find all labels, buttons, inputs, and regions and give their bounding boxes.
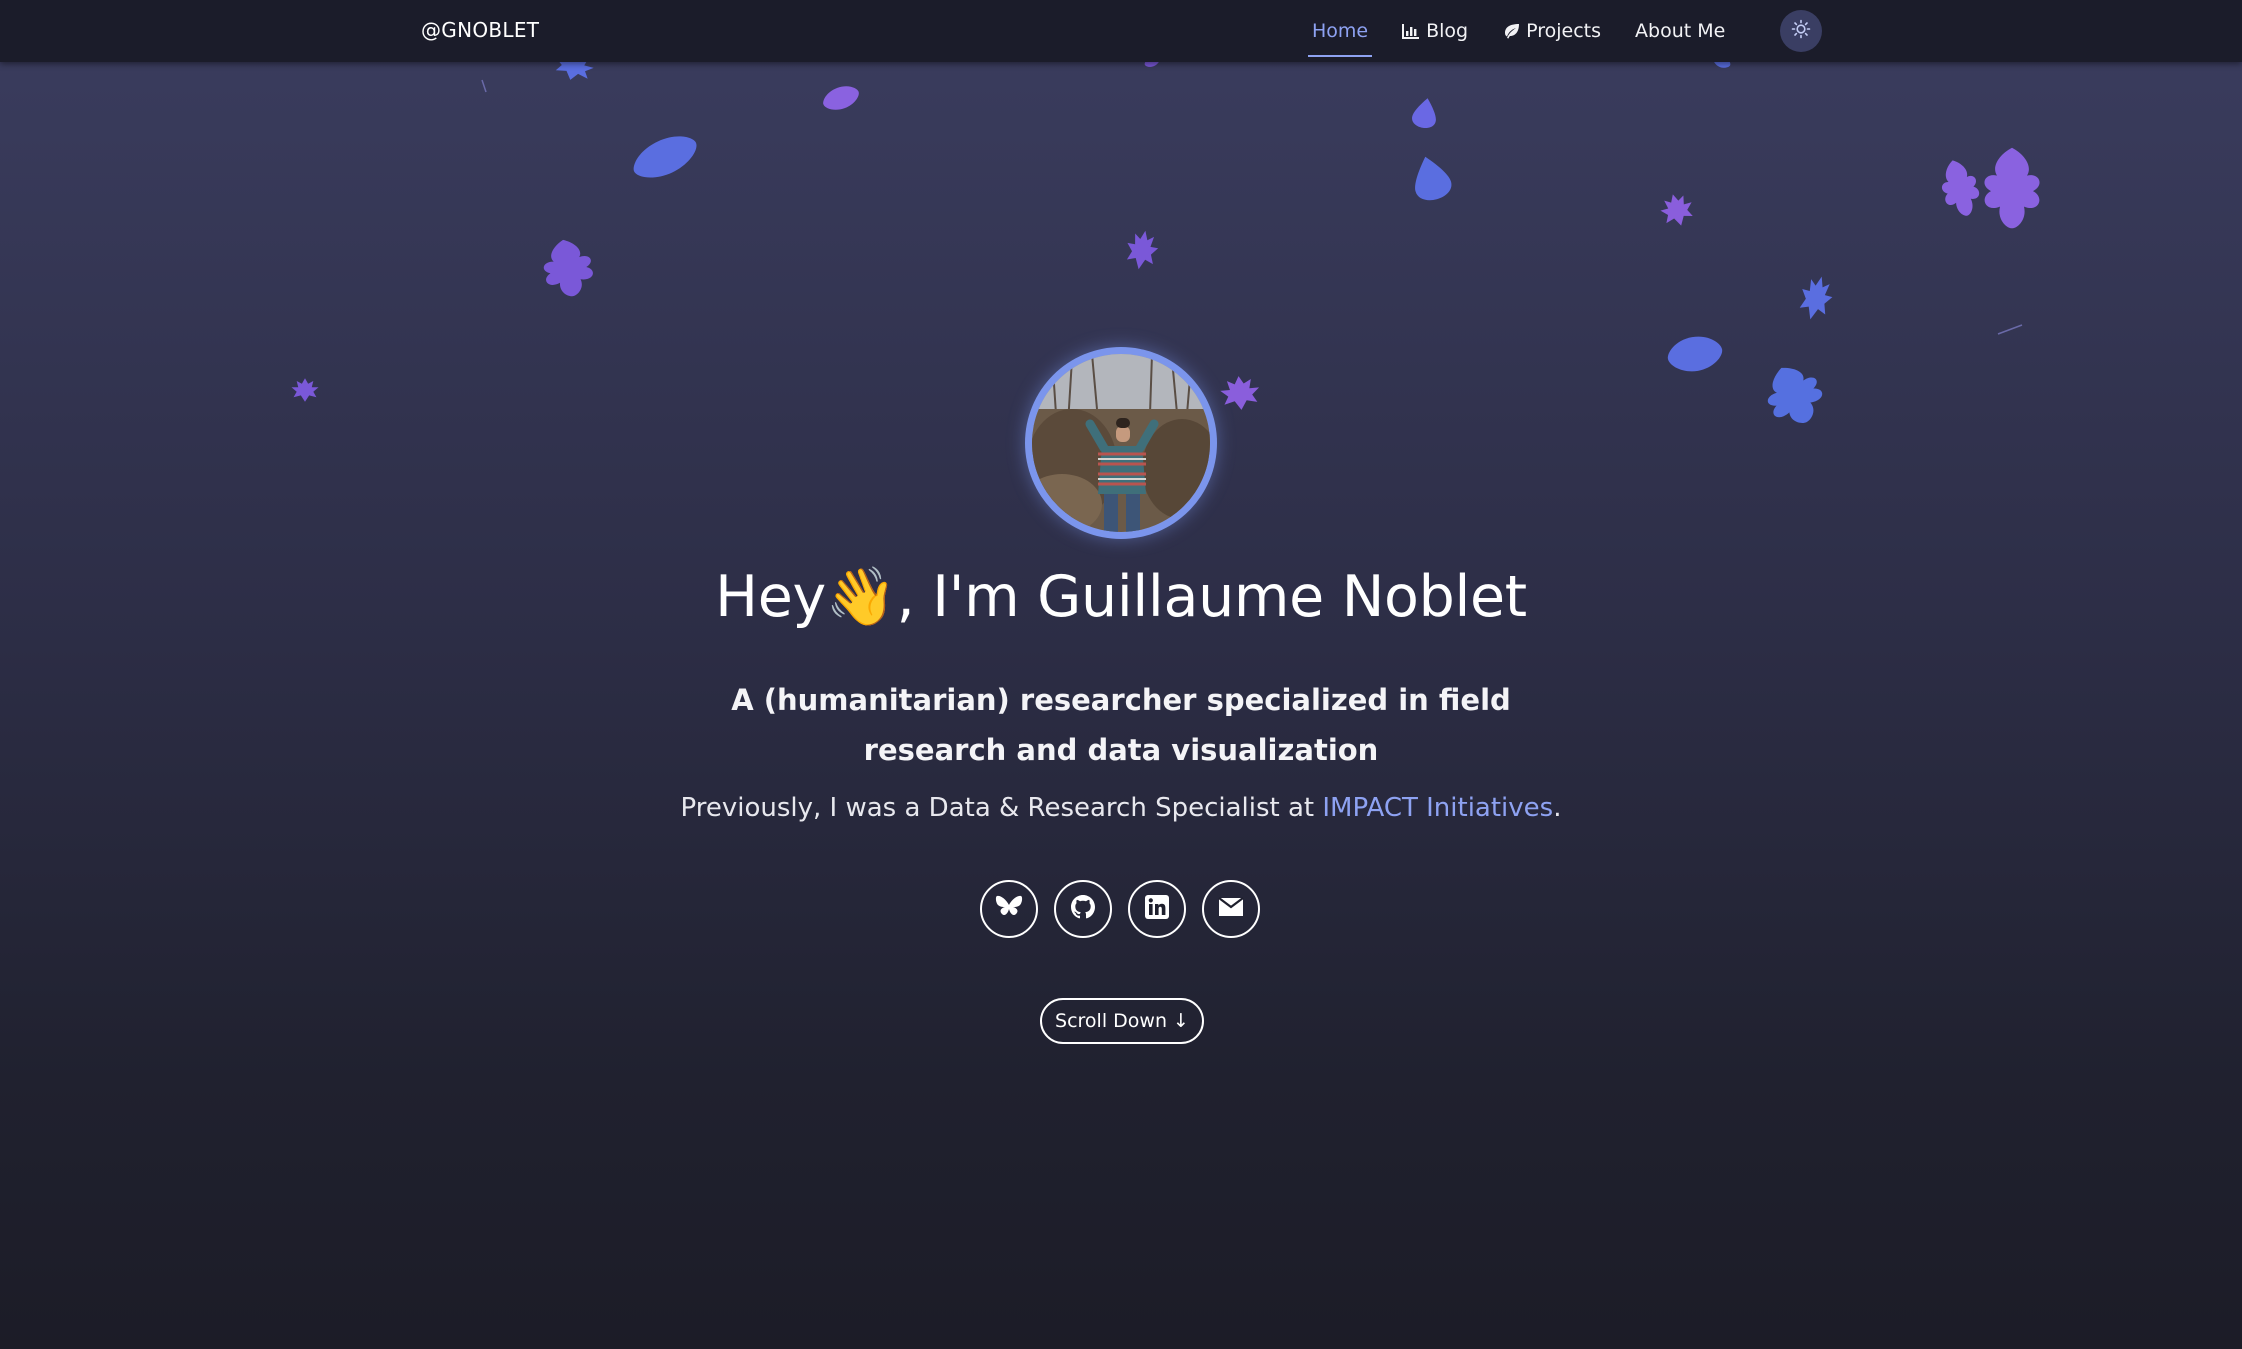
hero-section: Hey👋, I'm Guillaume Noblet A (humanitari… xyxy=(0,0,2242,1349)
nav-item-home[interactable]: Home xyxy=(1307,0,1373,62)
bluesky-icon xyxy=(995,894,1023,924)
chart-bar-icon xyxy=(1402,23,1420,39)
previous-role: Previously, I was a Data & Research Spec… xyxy=(0,793,2242,823)
previous-role-end: . xyxy=(1553,793,1562,823)
navbar: @GNOBLET Home Blog Projects About Me xyxy=(0,0,2242,62)
nav-item-label: Projects xyxy=(1526,20,1602,42)
github-button[interactable] xyxy=(1054,880,1112,938)
linkedin-icon xyxy=(1144,894,1170,924)
nav-item-about-me[interactable]: About Me xyxy=(1635,0,1725,62)
nav-item-label: Blog xyxy=(1426,20,1469,42)
impact-initiatives-link[interactable]: IMPACT Initiatives xyxy=(1322,793,1553,823)
page-title: Hey👋, I'm Guillaume Noblet xyxy=(0,563,2242,630)
avatar xyxy=(1025,347,1217,539)
email-icon xyxy=(1217,896,1245,922)
title-greeting: Hey xyxy=(715,564,826,630)
nav-item-label: Home xyxy=(1312,20,1369,42)
email-button[interactable] xyxy=(1202,880,1260,938)
previous-role-text: Previously, I was a Data & Research Spec… xyxy=(680,793,1323,823)
brand-logo[interactable]: @GNOBLET xyxy=(421,18,539,42)
bluesky-button[interactable] xyxy=(980,880,1038,938)
avatar-photo xyxy=(1032,354,1210,532)
title-name: , I'm Guillaume Noblet xyxy=(896,564,1528,630)
linkedin-button[interactable] xyxy=(1128,880,1186,938)
nav-item-blog[interactable]: Blog xyxy=(1402,0,1468,62)
hero-subtitle: A (humanitarian) researcher specialized … xyxy=(731,683,1511,767)
nav-menu: Home Blog Projects About Me xyxy=(1307,0,1759,62)
github-icon xyxy=(1069,893,1097,925)
scroll-down-button[interactable]: Scroll Down ↓ xyxy=(1040,998,1204,1044)
sun-icon xyxy=(1791,19,1811,43)
nav-item-projects[interactable]: Projects xyxy=(1502,0,1601,62)
waving-hand-icon: 👋 xyxy=(825,564,897,630)
theme-toggle-button[interactable] xyxy=(1780,10,1822,52)
leaf-icon xyxy=(1502,23,1520,39)
social-links xyxy=(980,880,1260,938)
nav-item-label: About Me xyxy=(1635,20,1726,42)
